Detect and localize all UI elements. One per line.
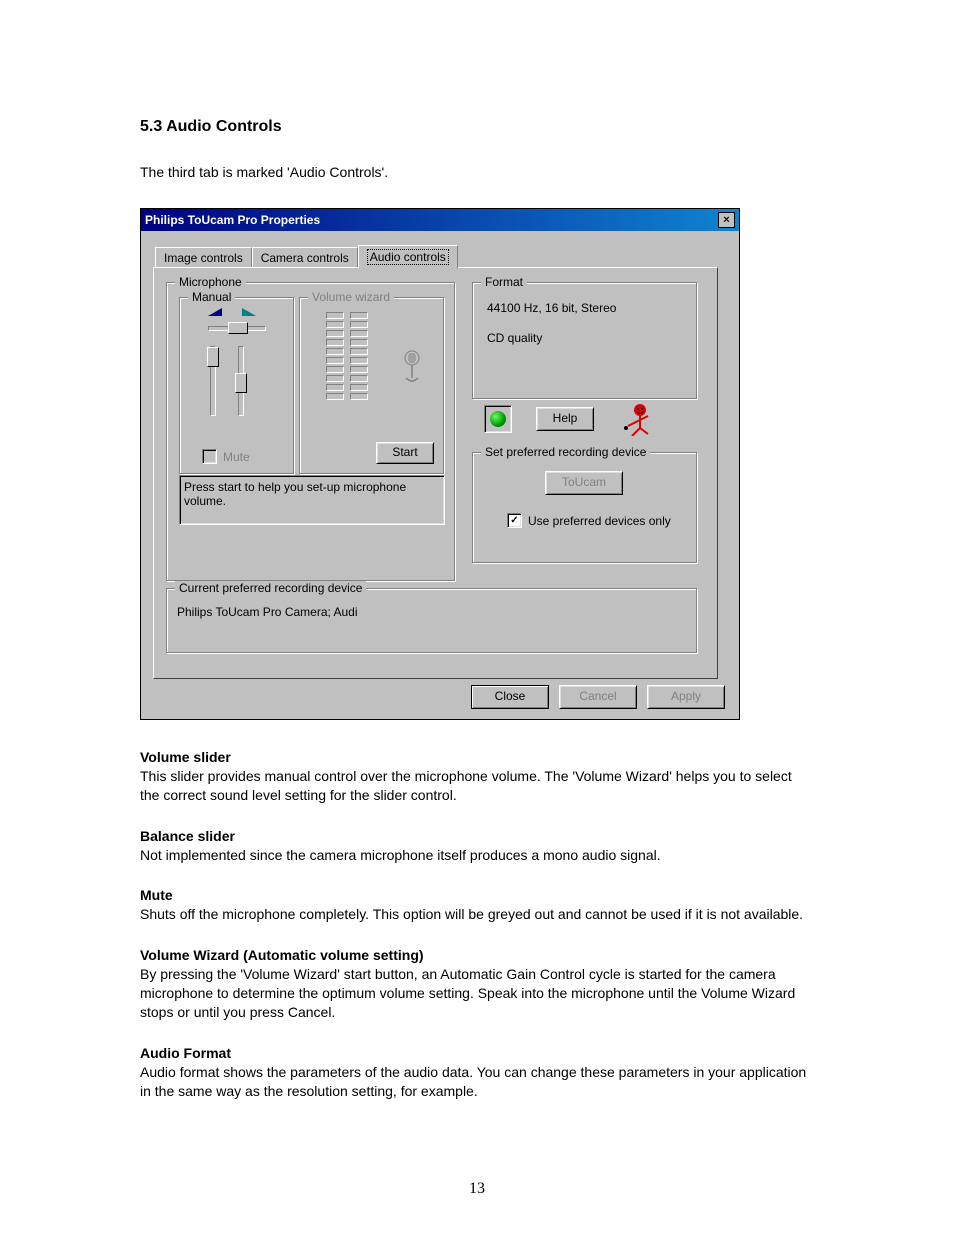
speaker-left-icon xyxy=(208,308,222,316)
format-legend: Format xyxy=(481,275,527,289)
wizard-character-icon xyxy=(618,402,652,436)
section-intro: The third tab is marked 'Audio Controls'… xyxy=(140,164,814,180)
led-dot-icon xyxy=(490,411,506,427)
use-preferred-row: ✓ Use preferred devices only xyxy=(507,513,671,528)
section-title: 5.3 Audio Controls xyxy=(140,118,814,136)
wizard-hint: Press start to help you set-up microphon… xyxy=(179,475,445,525)
preferred-recording-group: Set preferred recording device ToUcam ✓ … xyxy=(472,452,698,564)
volume-wizard-legend: Volume wizard xyxy=(308,290,394,304)
mute-checkbox-row: Mute xyxy=(202,449,250,464)
description-text: Volume sliderThis slider provides manual… xyxy=(140,748,814,1100)
page-number: 13 xyxy=(140,1180,814,1198)
tab-row: Image controls Camera controls Audio con… xyxy=(155,243,727,267)
toucam-button[interactable]: ToUcam xyxy=(545,471,623,495)
format-quality: CD quality xyxy=(487,331,542,345)
use-preferred-label: Use preferred devices only xyxy=(528,514,671,528)
cancel-button[interactable]: Cancel xyxy=(559,685,637,709)
format-group: Format 44100 Hz, 16 bit, Stereo CD quali… xyxy=(472,282,698,400)
microphone-group: Microphone Manual xyxy=(166,282,456,582)
speaker-right-icon xyxy=(242,308,256,316)
tab-audio-controls[interactable]: Audio controls xyxy=(358,245,458,269)
dialog-title: Philips ToUcam Pro Properties xyxy=(145,213,320,227)
current-device-value: Philips ToUcam Pro Camera; Audi xyxy=(177,605,358,619)
current-device-legend: Current preferred recording device xyxy=(175,581,366,595)
close-icon[interactable]: × xyxy=(718,212,735,228)
volume-wizard-group: Volume wizard Start xyxy=(299,297,445,475)
manual-legend: Manual xyxy=(188,290,235,304)
help-button[interactable]: Help xyxy=(536,407,594,431)
mute-checkbox[interactable] xyxy=(202,449,217,464)
tab-image-controls[interactable]: Image controls xyxy=(155,247,252,268)
tab-panel: Microphone Manual xyxy=(153,267,718,679)
close-button[interactable]: Close xyxy=(471,685,549,709)
microphone-legend: Microphone xyxy=(175,275,246,289)
status-led xyxy=(484,405,512,433)
volume-slider-right[interactable] xyxy=(238,346,244,416)
properties-dialog: Philips ToUcam Pro Properties × Image co… xyxy=(140,208,740,720)
apply-button[interactable]: Apply xyxy=(647,685,725,709)
vu-meter xyxy=(326,312,368,400)
start-button[interactable]: Start xyxy=(376,442,434,464)
balance-icons xyxy=(208,308,256,316)
use-preferred-checkbox[interactable]: ✓ xyxy=(507,513,522,528)
tab-camera-controls[interactable]: Camera controls xyxy=(252,247,358,268)
preferred-recording-legend: Set preferred recording device xyxy=(481,445,650,459)
mute-label: Mute xyxy=(223,450,250,464)
current-device-group: Current preferred recording device Phili… xyxy=(166,588,698,654)
help-row: Help xyxy=(484,402,652,436)
microphone-icon xyxy=(396,350,428,386)
manual-group: Manual xyxy=(179,297,295,475)
titlebar: Philips ToUcam Pro Properties × xyxy=(141,209,739,231)
balance-slider[interactable] xyxy=(208,326,266,331)
volume-slider-left[interactable] xyxy=(210,346,216,416)
format-value: 44100 Hz, 16 bit, Stereo xyxy=(487,301,616,315)
